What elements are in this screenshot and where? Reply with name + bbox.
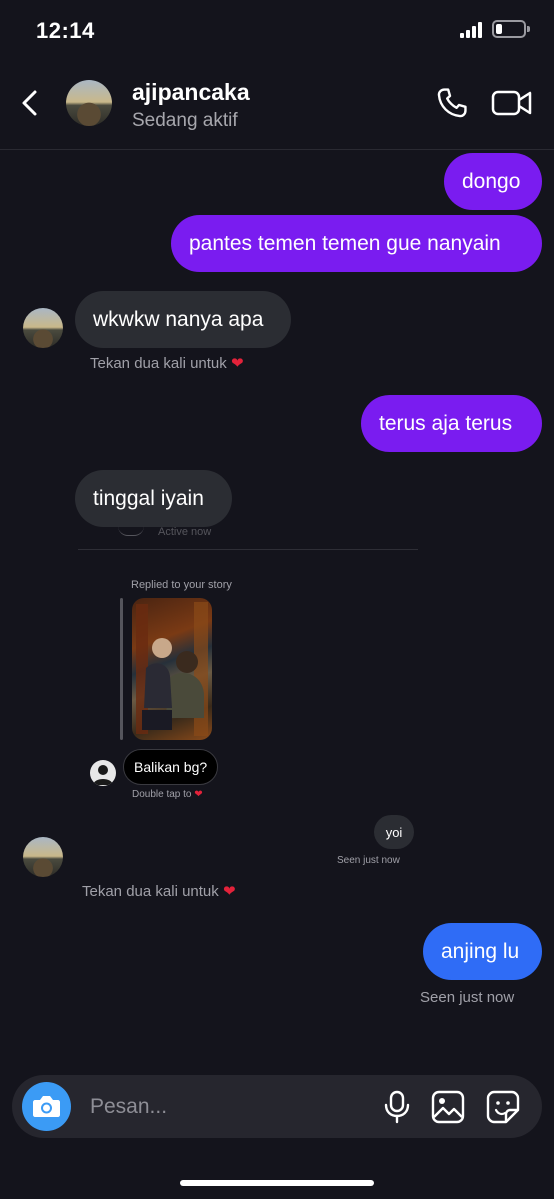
outgoing-message[interactable]: anjing lu — [423, 923, 542, 980]
reply-hint: Double tap to ❤ — [132, 789, 203, 800]
reply-bubble: Balikan bg? — [123, 749, 219, 785]
heart-icon: ❤ — [222, 883, 236, 900]
message-text: anjing lu — [441, 939, 520, 963]
sender-avatar[interactable] — [23, 308, 63, 348]
double-tap-hint: Tekan dua kali untuk ❤ — [82, 882, 236, 900]
outgoing-message[interactable]: terus aja terus — [361, 395, 542, 452]
video-camera-icon — [491, 90, 532, 116]
heart-icon: ❤ — [230, 355, 244, 372]
outgoing-message[interactable]: dongo — [444, 153, 542, 210]
voice-call-button[interactable] — [435, 86, 469, 120]
message-composer — [12, 1075, 542, 1138]
reply-text: Balikan bg? — [134, 759, 208, 775]
embedded-message: yoi — [374, 815, 414, 849]
battery-icon — [492, 20, 530, 38]
reply-bar — [120, 598, 123, 740]
contact-status: Sedang aktif — [132, 110, 238, 131]
gallery-button[interactable] — [431, 1090, 465, 1124]
heart-icon: ❤ — [194, 789, 203, 800]
image-icon — [431, 1090, 465, 1124]
message-text: wkwkw nanya apa — [93, 307, 264, 331]
chat-header: ajipancaka Sedang aktif — [0, 60, 554, 150]
story-thumbnail[interactable] — [132, 598, 212, 740]
message-text: yoi — [385, 824, 403, 840]
camera-icon — [33, 1096, 60, 1117]
microphone-button[interactable] — [382, 1090, 412, 1124]
hint-text: Tekan dua kali untuk — [82, 883, 219, 900]
ghost-status: Active now — [158, 526, 212, 538]
signal-icon — [460, 22, 486, 38]
hint-text: Double tap to — [132, 789, 192, 800]
mini-avatar — [90, 760, 116, 786]
sticker-icon — [486, 1090, 520, 1124]
status-bar: 12:14 — [0, 0, 554, 60]
camera-button[interactable] — [22, 1082, 71, 1131]
message-text: tinggal iyain — [93, 486, 204, 510]
outgoing-message[interactable]: pantes temen temen gue nanyain — [171, 215, 542, 272]
back-button[interactable] — [16, 88, 46, 118]
hint-text: Tekan dua kali untuk — [90, 355, 227, 372]
avatar[interactable] — [66, 80, 112, 126]
sticker-button[interactable] — [486, 1090, 520, 1124]
status-time: 12:14 — [36, 18, 95, 43]
video-call-button[interactable] — [491, 88, 533, 118]
message-text: dongo — [462, 169, 521, 193]
incoming-message[interactable]: tinggal iyain — [75, 470, 232, 527]
user-icon — [93, 765, 113, 785]
home-indicator[interactable] — [180, 1180, 374, 1186]
seen-status: Seen just now — [420, 989, 515, 1006]
chevron-left-icon — [22, 90, 37, 116]
message-text: pantes temen temen gue nanyain — [189, 231, 501, 255]
phone-icon — [437, 88, 467, 118]
replied-story-label: Replied to your story — [131, 579, 232, 591]
sender-avatar[interactable] — [23, 837, 63, 877]
story-photo — [136, 602, 208, 736]
embedded-seen: Seen just now — [337, 855, 400, 866]
double-tap-hint: Tekan dua kali untuk ❤ — [90, 354, 244, 372]
contact-name[interactable]: ajipancaka — [132, 79, 250, 106]
divider — [78, 549, 418, 550]
message-text: terus aja terus — [379, 411, 513, 435]
incoming-message[interactable]: wkwkw nanya apa — [75, 291, 291, 348]
microphone-icon — [384, 1090, 410, 1124]
ghost-avatar — [118, 526, 144, 536]
message-input[interactable] — [90, 1093, 360, 1121]
